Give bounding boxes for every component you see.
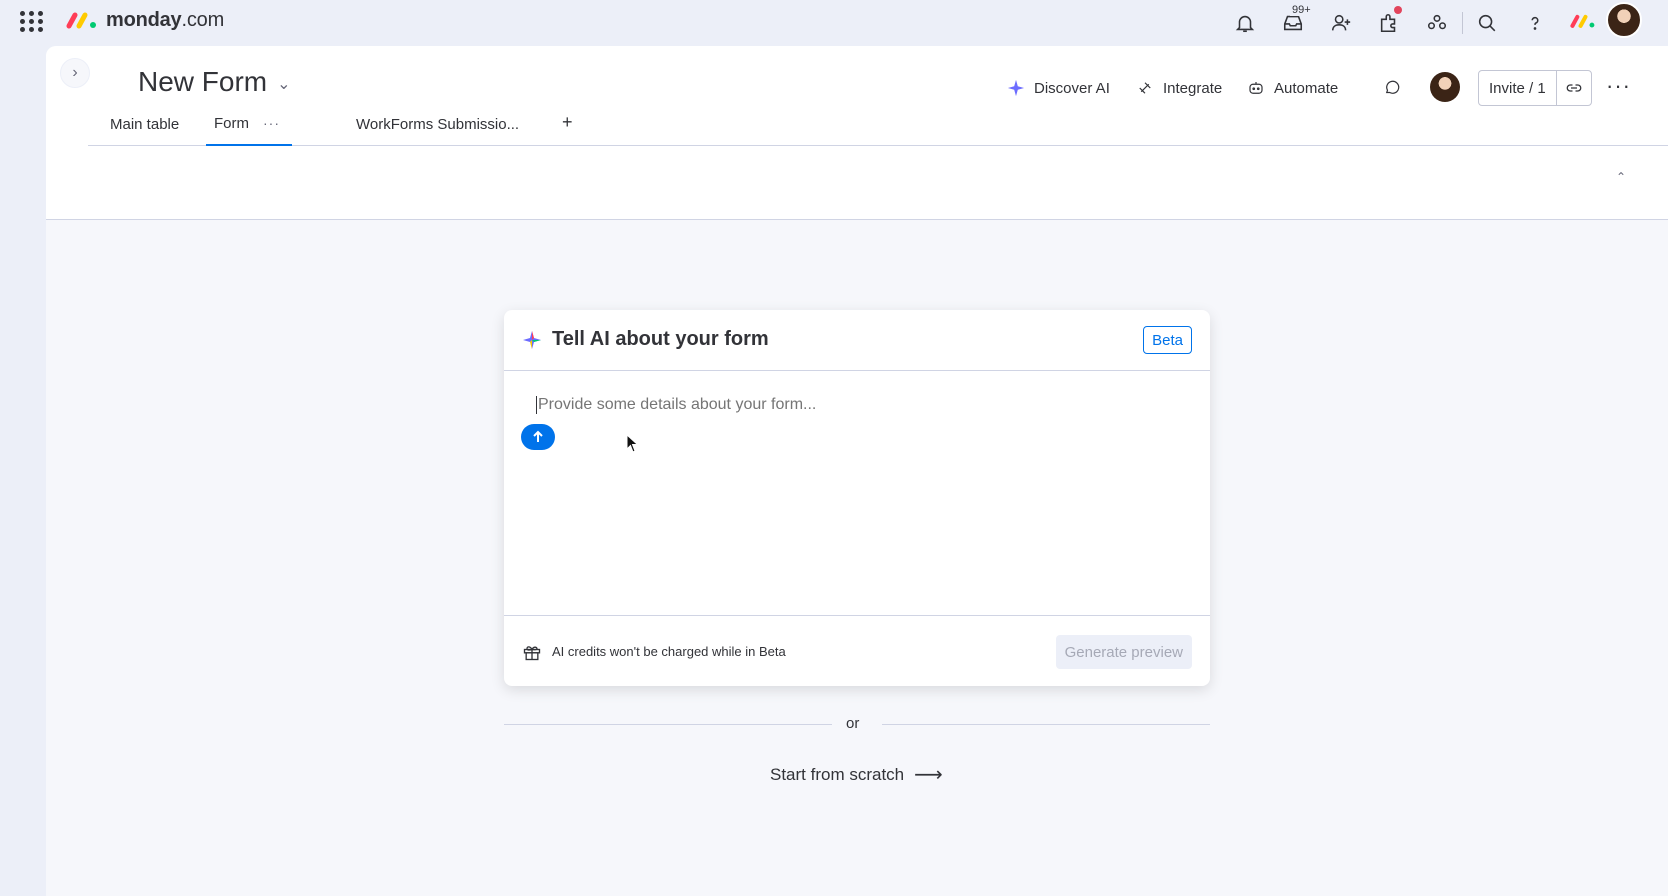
tab-label: WorkForms Submissio... <box>356 115 520 133</box>
bell-icon[interactable] <box>1230 8 1260 38</box>
send-prompt-button[interactable] <box>521 424 555 450</box>
ai-sparkle-icon <box>1006 78 1026 98</box>
link-icon <box>1566 84 1582 92</box>
tab-workforms-submissions[interactable]: WorkForms Submissio... <box>350 102 525 146</box>
more-options-icon[interactable]: ··· <box>1606 75 1631 97</box>
tab-menu-icon[interactable]: ··· <box>263 115 280 131</box>
inbox-badge: 99+ <box>1290 4 1313 16</box>
card-title: Tell AI about your form <box>552 328 769 350</box>
brand-name-text: monday <box>106 8 182 31</box>
brand-suffix: .com <box>181 8 225 31</box>
invite-button[interactable]: Invite / 1 <box>1479 71 1557 105</box>
start-from-scratch-label: Start from scratch <box>770 764 905 784</box>
apps-marketplace-icon[interactable] <box>1374 6 1404 38</box>
automate-button[interactable]: Automate <box>1246 70 1338 106</box>
notification-dot <box>1394 6 1402 14</box>
integrate-icon <box>1135 78 1155 98</box>
search-icon[interactable] <box>1472 8 1502 38</box>
board-actions: Discover AI Integrate Automate Invite / … <box>46 70 1668 106</box>
automate-label: Automate <box>1274 79 1339 97</box>
arrow-up-icon <box>533 430 543 442</box>
inbox-icon[interactable]: 99+ <box>1278 4 1313 38</box>
add-view-button[interactable]: + <box>562 112 573 133</box>
gift-icon <box>522 642 542 662</box>
tab-main-table[interactable]: Main table <box>104 102 185 146</box>
help-icon[interactable] <box>1520 8 1550 38</box>
board-member-avatar[interactable] <box>1430 72 1460 102</box>
card-header: Tell AI about your form Beta <box>504 310 1210 371</box>
invite-person-icon[interactable] <box>1326 8 1356 38</box>
brand-logo-link[interactable]: monday.com <box>66 8 224 32</box>
arrow-right-icon: ⟶ <box>914 764 943 786</box>
beta-badge: Beta <box>1143 326 1192 354</box>
updates-button[interactable] <box>1382 70 1402 106</box>
top-bar: monday.com 99+ <box>0 0 1668 46</box>
or-text: or <box>846 715 860 732</box>
view-tabs: Main table Form ··· WorkForms Submissio.… <box>88 102 1668 146</box>
card-footer: AI credits won't be charged while in Bet… <box>504 615 1210 686</box>
tab-label: Form <box>214 114 249 132</box>
generate-preview-button[interactable]: Generate preview <box>1055 635 1192 669</box>
brand-name: monday.com <box>106 9 224 32</box>
chat-bubble-icon <box>1382 78 1402 98</box>
teams-icon[interactable] <box>1422 8 1452 38</box>
robot-icon <box>1246 78 1266 98</box>
ai-sparkle-icon <box>523 331 541 349</box>
form-description-input[interactable] <box>536 396 1176 414</box>
monday-switcher-icon[interactable] <box>1570 11 1596 31</box>
discover-ai-label: Discover AI <box>1034 79 1110 97</box>
discover-ai-button[interactable]: Discover AI <box>1006 70 1110 106</box>
credits-note: AI credits won't be charged while in Bet… <box>552 644 786 659</box>
ai-form-card: Tell AI about your form Beta AI credits … <box>504 310 1210 686</box>
integrate-button[interactable]: Integrate <box>1135 70 1222 106</box>
copy-link-button[interactable] <box>1557 71 1591 105</box>
board-header: › New Form ⌄ Discover AI Integrate Autom… <box>46 46 1668 220</box>
tab-label: Main table <box>110 115 180 133</box>
divider-line <box>882 724 1210 725</box>
or-divider: or <box>504 712 1210 736</box>
collapse-header-icon[interactable]: ⌃ <box>1610 166 1632 188</box>
invite-group: Invite / 1 <box>1478 70 1592 106</box>
integrate-label: Integrate <box>1163 79 1223 97</box>
apps-grid-icon[interactable] <box>18 9 43 33</box>
topbar-divider <box>1462 12 1463 34</box>
monday-logo-icon <box>66 12 96 29</box>
start-from-scratch-link[interactable]: Start from scratch ⟶ <box>770 762 943 787</box>
divider-line <box>504 724 832 725</box>
user-avatar[interactable] <box>1606 2 1642 38</box>
mouse-pointer-icon <box>626 434 639 453</box>
tab-form[interactable]: Form ··· <box>206 102 292 146</box>
